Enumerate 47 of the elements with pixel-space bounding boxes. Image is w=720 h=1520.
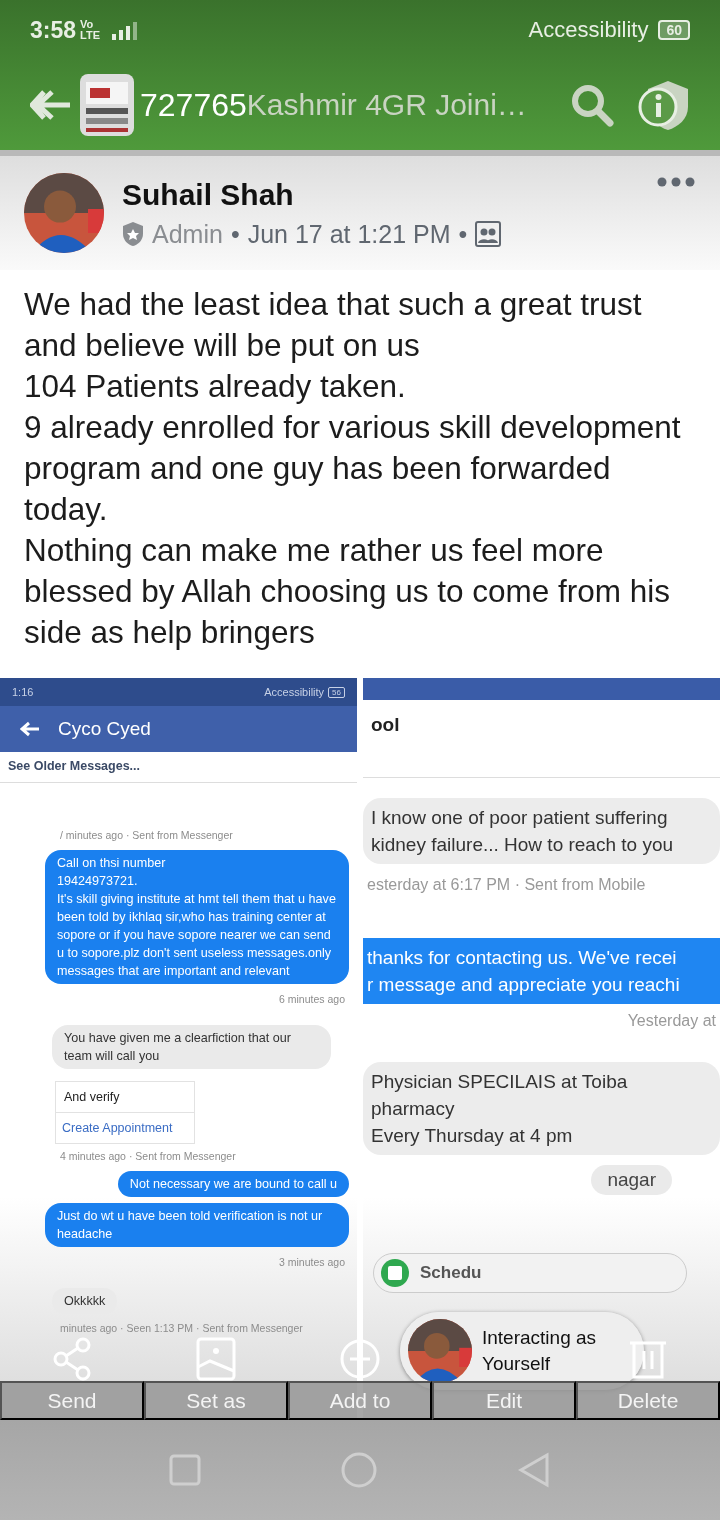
message-timestamp: / minutes ago · Sent from Messenger <box>59 829 234 841</box>
schedule-button[interactable]: Schedu <box>373 1253 687 1293</box>
separator-dot: • <box>230 219 240 249</box>
clock: 3:58 <box>30 16 77 44</box>
received-message: Physician SPECILAIS at Toiba pharmacy Every Thursday at 4 pm <box>363 1062 720 1155</box>
search-icon[interactable] <box>570 83 614 127</box>
sent-message: Just do wt u have been told verification is not ur headache <box>45 1203 349 1247</box>
message-timestamp: esterday at 6:17 PM · Sent from Mobile <box>366 875 647 895</box>
accessibility-label: Accessibility <box>528 17 649 43</box>
create-appointment-link[interactable]: Create Appointment <box>56 1113 194 1143</box>
role-label: Admin <box>152 219 223 249</box>
message-timestamp: 4 minutes ago · Sent from Messenger <box>59 1150 237 1162</box>
group-icon <box>475 221 502 247</box>
clock: 1:16 <box>12 686 34 698</box>
group-number: 727765 <box>140 86 247 124</box>
sent-message: Not necessary we are bound to call u <box>117 1171 349 1197</box>
received-message: nagar <box>591 1165 672 1195</box>
sent-message: thanks for contacting us. We've recei r message and appreciate you reachi <box>363 938 720 1004</box>
battery-level: 60 <box>658 20 690 40</box>
image-icon <box>196 1337 236 1381</box>
see-older-link[interactable]: See Older Messages... <box>0 752 357 783</box>
post-text: We had the least idea that such a great trust and believe will be put on us 104 Patients already taken. 9 already enrolled for various skill development program and one guy has been forwarded today. Nothing can make me rather us feel more blessed by Allah choosing us to come from his side as help bringers <box>23 285 682 652</box>
more-icon[interactable] <box>656 176 696 188</box>
contact-name: ool <box>363 700 720 778</box>
accessibility-label: Accessibility <box>264 686 325 698</box>
post-date[interactable]: Jun 17 at 1:21 PM <box>247 219 451 249</box>
avatar <box>408 1319 472 1383</box>
back-icon[interactable] <box>30 89 72 121</box>
chip-label: Interacting as Yourself <box>482 1326 598 1376</box>
message-timestamp: 6 minutes ago <box>278 993 346 1005</box>
message-timestamp: minutes ago · Seen 1:13 PM · Sent from Messenger <box>59 1322 304 1334</box>
battery-level: 56 <box>328 686 345 698</box>
message-timestamp: Yesterday at <box>626 1011 717 1031</box>
contact-name: Cyco Cyed <box>58 718 151 740</box>
author-name[interactable]: Suhail Shah <box>122 177 638 212</box>
shield-icon <box>122 221 144 247</box>
message-timestamp: 3 minutes ago <box>278 1256 346 1268</box>
group-title: Kashmir 4GR Joini… <box>246 88 527 122</box>
separator-dot: • <box>458 219 468 249</box>
sent-message: Call on thsi number 19424973721. It's skill giving institute at hmt tell them that u have been told by ikhlaq sir,who has training center at sopore or if you have sopore nearer we can send u to sopore.plz don't sent useless messages.only messages that are important and relevant <box>45 850 349 984</box>
card-text: And verify <box>56 1082 194 1113</box>
plus-icon <box>340 1337 380 1381</box>
received-message: You have given me a clearfiction that our team will call you <box>52 1025 331 1069</box>
network-type: Vo LTE <box>80 19 101 41</box>
calendar-icon <box>380 1258 410 1288</box>
received-message: I know one of poor patient suffering kidney failure... How to reach to you <box>363 798 720 864</box>
share-icon <box>52 1337 92 1381</box>
